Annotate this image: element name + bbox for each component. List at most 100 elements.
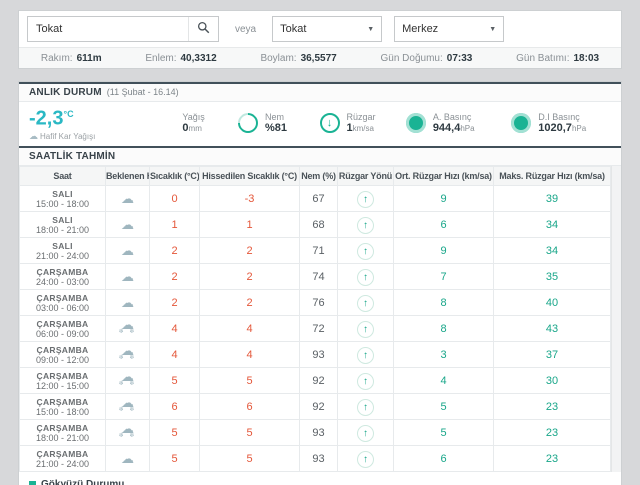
- time-slot-cell: ÇARŞAMBA06:00 - 09:00: [20, 316, 106, 342]
- hourly-row: ÇARŞAMBA03:00 - 06:00☁2276↑840: [20, 290, 611, 316]
- cloud-icon: ☁: [121, 454, 134, 464]
- feels-like-cell: 1: [200, 212, 300, 238]
- forecast-card: ANLIK DURUM (11 Şubat - 16.14) -2,3°C ☁H…: [18, 81, 622, 485]
- hourly-row: ÇARŞAMBA06:00 - 09:00☁❄ ❄4472↑843: [20, 316, 611, 342]
- search-input[interactable]: [28, 17, 188, 41]
- wind-direction-arrow-icon: ↑: [357, 295, 374, 312]
- time-slot-cell: SALI21:00 - 24:00: [20, 238, 106, 264]
- current-conditions-title: ANLIK DURUM: [29, 87, 102, 98]
- humidity-cell: 93: [300, 342, 338, 368]
- avg-wind-cell: 6: [394, 446, 494, 472]
- feels-like-cell: 5: [200, 368, 300, 394]
- col-header-time: Saat: [20, 167, 106, 186]
- feels-like-cell: 2: [200, 264, 300, 290]
- expected-condition-cell: ☁❄ ❄: [106, 342, 150, 368]
- snow-cloud-icon: ☁❄ ❄: [119, 320, 137, 335]
- district-select[interactable]: Merkez ▼: [394, 16, 504, 42]
- col-header-avg-wind: Ort. Rüzgar Hızı (km/sa): [394, 167, 494, 186]
- wind-direction-arrow-icon: ↑: [357, 191, 374, 208]
- metric-actual-pressure: A. Basınç 944,4hPa: [406, 112, 511, 134]
- temperature-cell: 1: [150, 212, 200, 238]
- hourly-row: ÇARŞAMBA12:00 - 15:00☁❄ ❄5592↑430: [20, 368, 611, 394]
- avg-wind-cell: 4: [394, 368, 494, 394]
- hourly-forecast-table-wrap: Saat Beklenen Hadise Sıcaklık (°C) Hisse…: [19, 166, 621, 472]
- district-select-value: Merkez: [402, 23, 438, 35]
- temperature-cell: 4: [150, 342, 200, 368]
- current-conditions-header: ANLIK DURUM (11 Şubat - 16.14): [19, 82, 621, 102]
- feels-like-cell: 5: [200, 420, 300, 446]
- wind-direction-arrow-icon: ↑: [357, 451, 374, 468]
- hourly-table-header-row: Saat Beklenen Hadise Sıcaklık (°C) Hisse…: [20, 167, 611, 186]
- humidity-cell: 92: [300, 368, 338, 394]
- province-select[interactable]: Tokat ▼: [272, 16, 382, 42]
- expected-condition-cell: ☁: [106, 186, 150, 212]
- info-label: Gün Doğumu:: [381, 53, 443, 64]
- humidity-cell: 71: [300, 238, 338, 264]
- temperature-cell: 2: [150, 238, 200, 264]
- humidity-cell: 68: [300, 212, 338, 238]
- temperature-cell: 6: [150, 394, 200, 420]
- hourly-row: ÇARŞAMBA18:00 - 21:00☁❄ ❄5593↑523: [20, 420, 611, 446]
- station-info-item: Gün Batımı:18:03: [516, 53, 599, 64]
- legend-bullet-icon: [29, 481, 36, 485]
- light-snow-icon: ☁: [29, 131, 38, 141]
- avg-wind-cell: 5: [394, 394, 494, 420]
- station-info-item: Boylam:36,5577: [260, 53, 336, 64]
- time-slot-cell: SALI15:00 - 18:00: [20, 186, 106, 212]
- wind-direction-cell: ↑: [338, 264, 394, 290]
- sea-level-pressure-value: 1020,7hPa: [538, 123, 586, 134]
- expected-condition-cell: ☁: [106, 290, 150, 316]
- wind-direction-cell: ↑: [338, 394, 394, 420]
- expected-condition-cell: ☁❄ ❄: [106, 394, 150, 420]
- actual-pressure-value: 944,4hPa: [433, 123, 475, 134]
- temperature-cell: 4: [150, 316, 200, 342]
- wind-direction-arrow-icon: ↑: [357, 347, 374, 364]
- col-header-condition: Beklenen Hadise: [106, 167, 150, 186]
- station-selector-card: veya Tokat ▼ Merkez ▼ Rakım:611m Enlem:40…: [18, 10, 622, 69]
- cloud-icon: ☁: [121, 272, 134, 282]
- feels-like-cell: -3: [200, 186, 300, 212]
- cloud-icon: ☁: [121, 220, 134, 230]
- temperature-cell: 0: [150, 186, 200, 212]
- cloud-icon: ☁: [121, 298, 134, 308]
- max-wind-cell: 23: [494, 394, 611, 420]
- page-footer-legend: Gökyüzü Durumu: [19, 472, 621, 485]
- cloud-icon: ☁: [121, 194, 134, 204]
- wind-direction-arrow-icon: ↑: [357, 373, 374, 390]
- station-info-item: Enlem:40,3312: [145, 53, 216, 64]
- feels-like-cell: 2: [200, 238, 300, 264]
- or-label: veya: [235, 24, 256, 35]
- temperature-cell: 5: [150, 446, 200, 472]
- station-info-item: Gün Doğumu:07:33: [381, 53, 473, 64]
- wind-direction-arrow-icon: ↑: [357, 269, 374, 286]
- wind-direction-cell: ↑: [338, 446, 394, 472]
- max-wind-cell: 34: [494, 212, 611, 238]
- current-temperature-block: -2,3°C ☁Hafif Kar Yağışı: [29, 104, 182, 142]
- max-wind-cell: 34: [494, 238, 611, 264]
- time-slot-cell: ÇARŞAMBA21:00 - 24:00: [20, 446, 106, 472]
- expected-condition-cell: ☁❄ ❄: [106, 368, 150, 394]
- feels-like-cell: 2: [200, 290, 300, 316]
- hourly-forecast-title: SAATLİK TAHMİN: [29, 151, 115, 162]
- wind-direction-cell: ↑: [338, 186, 394, 212]
- temperature-cell: 5: [150, 420, 200, 446]
- max-wind-cell: 35: [494, 264, 611, 290]
- wind-direction-arrow-icon: ↑: [357, 399, 374, 416]
- chevron-down-icon: ▼: [489, 26, 496, 33]
- snow-cloud-icon: ☁❄ ❄: [119, 424, 137, 439]
- hourly-forecast-header: SAATLİK TAHMİN: [19, 146, 621, 166]
- search-button[interactable]: [188, 17, 218, 41]
- station-info-item: Rakım:611m: [41, 53, 102, 64]
- info-value: 36,5577: [301, 53, 337, 64]
- time-slot-cell: SALI18:00 - 21:00: [20, 212, 106, 238]
- humidity-cell: 92: [300, 394, 338, 420]
- avg-wind-cell: 5: [394, 420, 494, 446]
- wind-arrow-icon: ↓: [320, 113, 340, 133]
- current-conditions-row: -2,3°C ☁Hafif Kar Yağışı Yağış 0mm Nem %…: [19, 102, 621, 146]
- wind-direction-cell: ↑: [338, 368, 394, 394]
- avg-wind-cell: 3: [394, 342, 494, 368]
- max-wind-cell: 37: [494, 342, 611, 368]
- table-scrollbar[interactable]: [611, 166, 621, 472]
- metric-precipitation: Yağış 0mm: [182, 112, 238, 134]
- chevron-down-icon: ▼: [367, 26, 374, 33]
